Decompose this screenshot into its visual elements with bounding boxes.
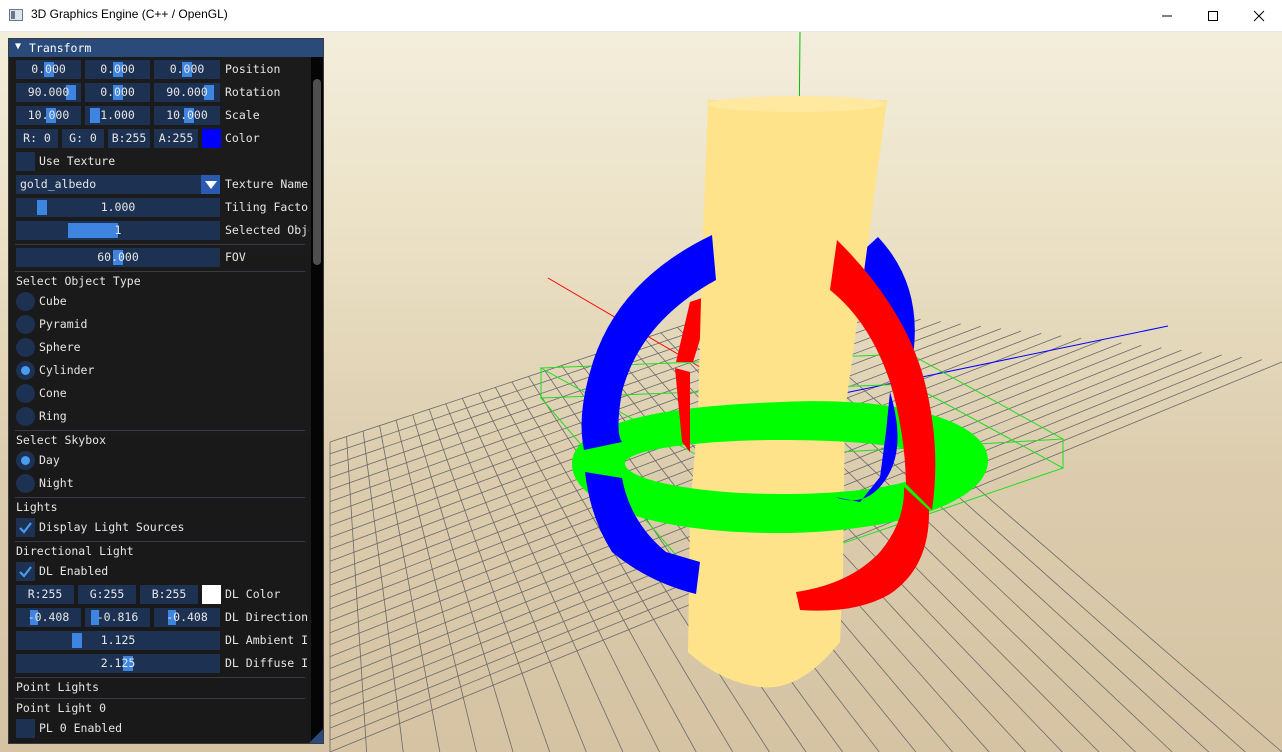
dl-direction-x-field[interactable]: -0.408 [16, 608, 81, 627]
dl-diffuse-slider[interactable]: 2.125 [16, 654, 220, 673]
radio-cone[interactable] [16, 384, 35, 403]
point-light-0-heading: Point Light 0 [16, 701, 107, 715]
dl-color-swatch[interactable] [202, 585, 221, 604]
scale-label: Scale [225, 108, 260, 122]
close-icon [1253, 10, 1265, 21]
dl-enabled-checkbox[interactable] [16, 562, 35, 581]
maximize-icon [1208, 10, 1218, 21]
texture-name-label: Texture Name [225, 177, 309, 191]
radio-cone-label: Cone [39, 386, 67, 400]
radio-ring-label: Ring [39, 409, 67, 423]
color-r-field[interactable]: R: 0 [16, 129, 58, 148]
radio-day-label: Day [39, 453, 60, 467]
dl-enabled-label: DL Enabled [39, 564, 109, 578]
scale-z-field[interactable]: 10.000 [154, 106, 220, 125]
rotation-label: Rotation [225, 85, 281, 99]
scrollbar-thumb[interactable] [313, 79, 321, 265]
scale-x-field[interactable]: 10.000 [16, 106, 81, 125]
title-bar[interactable]: 3D Graphics Engine (C++ / OpenGL) [0, 0, 1282, 32]
resize-grip[interactable] [309, 729, 323, 743]
display-light-sources-label: Display Light Sources [39, 520, 185, 534]
fov-slider[interactable]: 60.000 [16, 248, 220, 267]
lights-heading: Lights [16, 500, 58, 514]
radio-ring[interactable] [16, 407, 35, 426]
maximize-button[interactable] [1190, 0, 1236, 31]
rotation-x-field[interactable]: 90.000 [16, 83, 81, 102]
object-type-heading: Select Object Type [16, 274, 141, 288]
radio-sphere-label: Sphere [39, 340, 81, 354]
separator [15, 244, 305, 245]
texture-name-combo[interactable]: gold_albedo [16, 175, 201, 194]
dl-color-label: DL Color [225, 587, 281, 601]
position-z-field[interactable]: 0.000 [154, 60, 220, 79]
dl-ambient-label: DL Ambient Intensity [225, 633, 309, 647]
radio-cylinder-label: Cylinder [39, 363, 95, 377]
color-swatch[interactable] [202, 129, 221, 148]
radio-pyramid[interactable] [16, 315, 35, 334]
collapse-arrow-icon[interactable]: ▼ [15, 41, 21, 52]
panel-header[interactable]: ▼ Transform [9, 39, 323, 57]
skybox-heading: Select Skybox [16, 433, 107, 447]
color-a-field[interactable]: A:255 [154, 129, 198, 148]
pl0-enabled-label: PL 0 Enabled [39, 721, 123, 735]
color-b-field[interactable]: B:255 [108, 129, 150, 148]
dropdown-arrow-icon[interactable] [201, 175, 220, 194]
dl-direction-y-field[interactable]: -0.816 [85, 608, 150, 627]
app-icon [9, 9, 23, 21]
directional-light-heading: Directional Light [16, 544, 134, 558]
tiling-factor-label: Tiling Factor [225, 200, 309, 214]
tiling-factor-slider[interactable]: 1.000 [16, 198, 220, 217]
panel-scrollbar[interactable] [311, 57, 323, 743]
dl-ambient-slider[interactable]: 1.125 [16, 631, 220, 650]
checkmark-icon [19, 566, 32, 578]
dl-direction-label: DL Direction [225, 610, 309, 624]
checkmark-icon [19, 522, 32, 534]
rotation-z-field[interactable]: 90.000 [154, 83, 220, 102]
radio-cube-label: Cube [39, 294, 67, 308]
minimize-button[interactable] [1144, 0, 1190, 31]
radio-cylinder[interactable] [16, 361, 35, 380]
dl-diffuse-label: DL Diffuse Intensity [225, 656, 309, 670]
scale-y-field[interactable]: 1.000 [85, 106, 150, 125]
radio-cube[interactable] [16, 292, 35, 311]
window-title: 3D Graphics Engine (C++ / OpenGL) [31, 7, 228, 21]
display-light-sources-checkbox[interactable] [16, 518, 35, 537]
radio-pyramid-label: Pyramid [39, 317, 88, 331]
close-button[interactable] [1236, 0, 1282, 31]
use-texture-checkbox[interactable] [16, 152, 35, 171]
dl-color-r-field[interactable]: R:255 [16, 585, 74, 604]
radio-day[interactable] [16, 451, 35, 470]
rotation-y-field[interactable]: 0.000 [85, 83, 150, 102]
color-label: Color [225, 131, 260, 145]
color-g-field[interactable]: G: 0 [62, 129, 104, 148]
position-label: Position [225, 62, 281, 76]
dl-color-g-field[interactable]: G:255 [78, 585, 136, 604]
pl0-enabled-checkbox[interactable] [16, 719, 35, 738]
selected-object-label: Selected Object [225, 223, 309, 237]
radio-sphere[interactable] [16, 338, 35, 357]
radio-night[interactable] [16, 474, 35, 493]
fov-label: FOV [225, 250, 246, 264]
panel-title: Transform [29, 41, 92, 55]
dl-color-b-field[interactable]: B:255 [140, 585, 198, 604]
use-texture-label: Use Texture [39, 154, 116, 168]
minimize-icon [1162, 15, 1172, 16]
selected-object-slider[interactable]: 1 [16, 221, 220, 240]
position-y-field[interactable]: 0.000 [85, 60, 150, 79]
transform-panel[interactable]: ▼ Transform 0.000 0.000 0.000 Position 9… [8, 38, 324, 744]
dl-direction-z-field[interactable]: -0.408 [154, 608, 220, 627]
radio-night-label: Night [39, 476, 74, 490]
position-x-field[interactable]: 0.000 [16, 60, 81, 79]
point-lights-heading: Point Lights [16, 680, 100, 694]
